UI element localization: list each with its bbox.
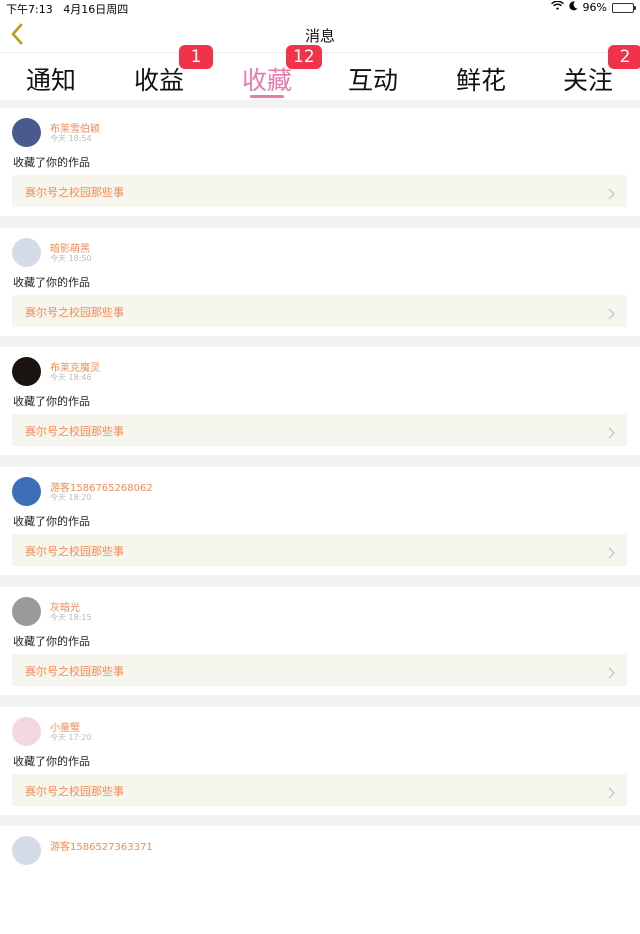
status-date: 4月16日周四 (63, 3, 129, 16)
work-link[interactable]: 赛尔号之校园那些事 (12, 534, 627, 567)
chevron-right-icon (608, 424, 615, 439)
notification-card: 游客1586527363371 (0, 826, 640, 934)
work-title: 赛尔号之校园那些事 (25, 425, 124, 439)
avatar[interactable] (12, 237, 41, 267)
work-title: 赛尔号之校园那些事 (25, 186, 124, 199)
avatar[interactable] (12, 477, 41, 507)
notification-time: 今天 18:46 (50, 373, 92, 383)
work-link[interactable]: 赛尔号之校园那些事 (12, 773, 627, 806)
work-title: 赛尔号之校园那些事 (25, 545, 124, 559)
active-tab-indicator (250, 95, 284, 98)
action-text: 收藏了你的作品 (13, 515, 90, 529)
avatar[interactable] (12, 118, 41, 147)
notification-card: 布莱雪伯颖 今天 18:54 收藏了你的作品 赛尔号之校园那些事 (0, 108, 640, 216)
work-title: 赛尔号之校园那些事 (25, 664, 124, 678)
action-text: 收藏了你的作品 (13, 275, 90, 289)
work-title: 赛尔号之校园那些事 (25, 305, 124, 319)
battery-icon (612, 2, 636, 13)
work-link[interactable]: 赛尔号之校园那些事 (12, 175, 627, 207)
avatar[interactable] (12, 716, 41, 746)
wifi-icon (550, 0, 564, 14)
work-link[interactable]: 赛尔号之校园那些事 (12, 414, 627, 447)
tab-flowers[interactable]: 鲜花 (441, 61, 521, 97)
notification-card: 暗影萌黑 今天 18:50 收藏了你的作品 赛尔号之校园那些事 (0, 227, 640, 336)
notification-card: 布莱克魔灵 今天 18:46 收藏了你的作品 赛尔号之校园那些事 (0, 347, 640, 456)
work-title: 赛尔号之校园那些事 (25, 784, 124, 798)
avatar[interactable] (12, 836, 41, 866)
notification-card: 灰暗光 今天 18:15 收藏了你的作品 赛尔号之校园那些事 (0, 586, 640, 695)
chevron-right-icon (608, 664, 615, 679)
user-name[interactable]: 游客1586527363371 (50, 838, 153, 853)
chevron-right-icon (608, 544, 615, 559)
status-indicators: 96% (550, 0, 636, 14)
tab-interactions[interactable]: 互动 (333, 61, 413, 97)
action-text: 收藏了你的作品 (13, 156, 90, 169)
notification-time: 今天 17:20 (50, 732, 92, 742)
battery-percent: 96% (582, 1, 607, 14)
work-link[interactable]: 赛尔号之校园那些事 (12, 294, 627, 327)
earnings-badge: 1 (179, 45, 213, 69)
action-text: 收藏了你的作品 (13, 754, 90, 768)
notification-card: 游客1586765268062 今天 18:20 收藏了你的作品 赛尔号之校园那些事 (0, 467, 640, 576)
status-time-date: 下午7:13 4月16日周四 (6, 1, 128, 17)
chevron-right-icon (608, 784, 615, 798)
action-text: 收藏了你的作品 (13, 634, 90, 648)
chevron-right-icon (608, 305, 615, 320)
notification-time: 今天 18:54 (50, 134, 92, 143)
page-title: 消息 (304, 27, 335, 45)
favorites-badge: 12 (286, 45, 322, 69)
status-bar: 下午7:13 4月16日周四 96% (0, 0, 640, 16)
notification-time: 今天 18:15 (50, 612, 92, 622)
moon-icon (568, 1, 578, 14)
notification-time: 今天 18:20 (50, 493, 92, 503)
status-time: 下午7:13 (6, 3, 53, 16)
work-link[interactable]: 赛尔号之校园那些事 (12, 653, 627, 686)
notification-card: 小童蟹 今天 17:20 收藏了你的作品 赛尔号之校园那些事 (0, 706, 640, 815)
avatar[interactable] (12, 596, 41, 626)
chevron-right-icon (608, 185, 615, 200)
tab-notices[interactable]: 通知 (11, 61, 91, 97)
avatar[interactable] (12, 357, 41, 387)
action-text: 收藏了你的作品 (13, 395, 90, 409)
notification-time: 今天 18:50 (50, 253, 92, 263)
following-badge: 2 (608, 45, 640, 69)
